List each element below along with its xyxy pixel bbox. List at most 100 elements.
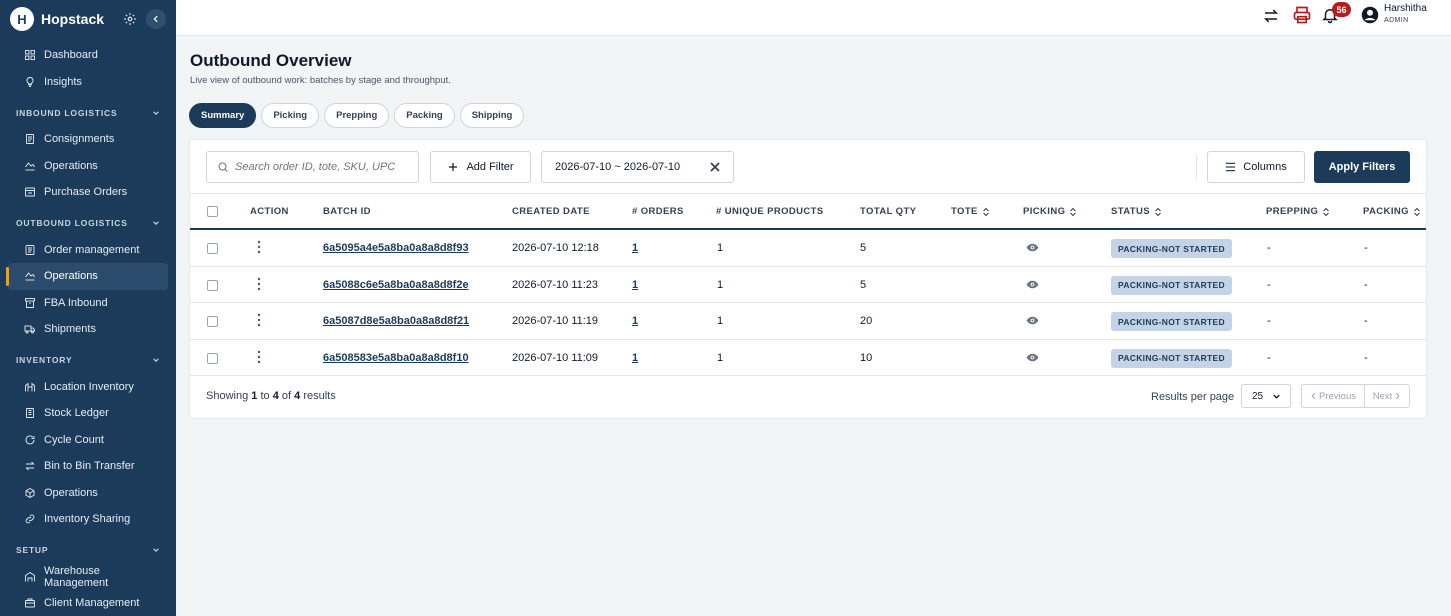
sidebar-item-label: Stock Ledger bbox=[44, 407, 109, 420]
sidebar-item-client-management[interactable]: Client Management bbox=[8, 590, 168, 616]
page-subtitle: Live view of outbound work: batches by s… bbox=[190, 75, 451, 86]
header-prepping[interactable]: PREPPING bbox=[1266, 206, 1330, 217]
sidebar-item-bin-to-bin-transfer[interactable]: Bin to Bin Transfer bbox=[8, 453, 168, 480]
sidebar-item-label: Bin to Bin Transfer bbox=[44, 460, 135, 473]
batch-id-link[interactable]: 6a5087d8e5a8ba0a8a8d8f21 bbox=[323, 315, 469, 327]
orders-count-link[interactable]: 1 bbox=[632, 315, 638, 327]
add-filter-button[interactable]: Add Filter bbox=[430, 151, 531, 183]
header-created-date: CREATED DATE bbox=[512, 206, 590, 217]
sidebar-section-outbound-logistics[interactable]: OUTBOUND LOGISTICS bbox=[0, 210, 176, 237]
more-actions-icon[interactable] bbox=[257, 313, 261, 327]
ledger-icon bbox=[26, 408, 34, 419]
user-avatar-icon[interactable] bbox=[1361, 6, 1379, 24]
sidebar-item-order-management[interactable]: Order management bbox=[8, 237, 168, 264]
table-row: 6a5087d8e5a8ba0a8a8d8f21 2026-07-10 11:19… bbox=[190, 303, 1426, 340]
orders-count-link[interactable]: 1 bbox=[632, 242, 638, 254]
chevron-down-icon bbox=[153, 548, 159, 552]
batch-id-link[interactable]: 6a508583e5a8ba0a8a8d8f10 bbox=[323, 352, 469, 364]
view-picking-icon[interactable] bbox=[1026, 352, 1039, 363]
sidebar-item-operations[interactable]: Operations bbox=[8, 480, 168, 507]
chevron-left-icon bbox=[1311, 392, 1316, 400]
header-status[interactable]: STATUS bbox=[1111, 206, 1162, 217]
sidebar-section-title: INVENTORY bbox=[16, 355, 73, 365]
view-picking-icon[interactable] bbox=[1026, 242, 1039, 253]
tab-picking[interactable]: Picking bbox=[261, 103, 320, 128]
results-per-page-select[interactable]: 25 bbox=[1241, 384, 1291, 408]
sidebar-item-insights[interactable]: Insights bbox=[8, 69, 168, 96]
packing-cell: - bbox=[1364, 351, 1368, 364]
header-picking[interactable]: PICKING bbox=[1023, 206, 1077, 217]
truck-icon bbox=[24, 325, 35, 334]
header-packing-label: PACKING bbox=[1363, 206, 1409, 217]
sort-icon bbox=[982, 207, 989, 216]
unique-products-cell: 1 bbox=[717, 242, 724, 254]
batch-id-link[interactable]: 6a5095a4e5a8ba0a8a8d8f93 bbox=[323, 242, 469, 254]
sidebar-item-warehouse-management[interactable]: Warehouse Management bbox=[8, 564, 168, 591]
date-range-picker[interactable]: 2026-07-10 ~ 2026-07-10 bbox=[541, 151, 734, 183]
sidebar-item-operations[interactable]: Operations bbox=[8, 153, 168, 180]
packing-cell: - bbox=[1364, 242, 1368, 254]
view-picking-icon[interactable] bbox=[1026, 279, 1039, 290]
row-checkbox[interactable] bbox=[207, 279, 218, 291]
operations-icon bbox=[25, 162, 35, 171]
gear-icon[interactable] bbox=[122, 11, 138, 27]
sidebar-item-stock-ledger[interactable]: Stock Ledger bbox=[8, 400, 168, 427]
plus-icon bbox=[449, 163, 458, 171]
sidebar-item-inventory-sharing[interactable]: Inventory Sharing bbox=[8, 506, 168, 533]
columns-button[interactable]: Columns bbox=[1207, 151, 1305, 183]
sidebar-item-consignments[interactable]: Consignments bbox=[8, 126, 168, 153]
divider bbox=[1196, 154, 1197, 180]
row-checkbox[interactable] bbox=[207, 352, 218, 364]
sidebar-item-dashboard[interactable]: Dashboard bbox=[8, 42, 168, 69]
previous-label: Previous bbox=[1319, 390, 1356, 402]
user-name[interactable]: Harshitha bbox=[1384, 3, 1427, 14]
brand: H Hopstack bbox=[0, 0, 176, 38]
hopstack-logo[interactable]: H bbox=[10, 7, 34, 31]
orders-count-link[interactable]: 1 bbox=[632, 279, 638, 291]
page-title: Outbound Overview bbox=[190, 51, 352, 70]
previous-page-button[interactable]: Previous bbox=[1302, 385, 1365, 407]
sidebar-section-title: OUTBOUND LOGISTICS bbox=[16, 218, 128, 228]
tab-packing[interactable]: Packing bbox=[394, 103, 455, 128]
printer-icon[interactable] bbox=[1292, 5, 1312, 25]
sidebar-item-shipments[interactable]: Shipments bbox=[8, 316, 168, 343]
header-packing[interactable]: PACKING bbox=[1363, 206, 1421, 217]
batch-id-link[interactable]: 6a5088c6e5a8ba0a8a8d8f2e bbox=[323, 279, 469, 291]
next-page-button[interactable]: Next bbox=[1365, 385, 1409, 407]
apply-filters-button[interactable]: Apply Filters bbox=[1314, 151, 1410, 183]
sidebar-item-operations[interactable]: Operations bbox=[6, 263, 168, 290]
tab-prepping[interactable]: Prepping bbox=[324, 103, 390, 128]
view-picking-icon[interactable] bbox=[1026, 315, 1039, 326]
showing-prefix: Showing bbox=[206, 390, 249, 402]
search-box[interactable] bbox=[206, 151, 419, 183]
sidebar-section-setup[interactable]: SETUP bbox=[0, 537, 176, 564]
header-tote[interactable]: TOTE bbox=[951, 206, 990, 217]
tab-summary[interactable]: Summary bbox=[189, 103, 257, 128]
collapse-sidebar-button[interactable] bbox=[146, 9, 166, 29]
main-content: Outbound Overview Live view of outbound … bbox=[176, 36, 1451, 616]
row-checkbox[interactable] bbox=[207, 316, 218, 327]
row-checkbox[interactable] bbox=[207, 243, 218, 254]
document-icon bbox=[26, 134, 34, 145]
more-actions-icon[interactable] bbox=[257, 350, 261, 364]
orders-count-link[interactable]: 1 bbox=[632, 352, 638, 364]
table-body: 6a5095a4e5a8ba0a8a8d8f93 2026-07-10 12:18… bbox=[190, 230, 1426, 376]
more-actions-icon[interactable] bbox=[257, 277, 261, 291]
header-tote-label: TOTE bbox=[951, 206, 978, 217]
sidebar-item-cycle-count[interactable]: Cycle Count bbox=[8, 427, 168, 454]
tab-shipping[interactable]: Shipping bbox=[459, 103, 525, 128]
sidebar-item-purchase-orders[interactable]: Purchase Orders bbox=[8, 179, 168, 206]
results-word: results bbox=[303, 390, 336, 402]
search-input[interactable] bbox=[235, 161, 410, 173]
close-icon[interactable] bbox=[709, 161, 721, 173]
sidebar-item-fba-inbound[interactable]: FBA Inbound bbox=[8, 290, 168, 317]
sidebar-section-inventory[interactable]: INVENTORY bbox=[0, 347, 176, 374]
sidebar-section-inbound-logistics[interactable]: INBOUND LOGISTICS bbox=[0, 99, 176, 126]
sidebar-item-location-inventory[interactable]: Location Inventory bbox=[8, 374, 168, 401]
results-to: 4 bbox=[272, 390, 279, 402]
more-actions-icon[interactable] bbox=[257, 240, 261, 254]
dashboard-icon bbox=[25, 50, 35, 61]
swap-icon[interactable] bbox=[1262, 7, 1280, 25]
select-all-checkbox[interactable] bbox=[207, 206, 218, 217]
header-orders: # ORDERS bbox=[632, 206, 684, 217]
